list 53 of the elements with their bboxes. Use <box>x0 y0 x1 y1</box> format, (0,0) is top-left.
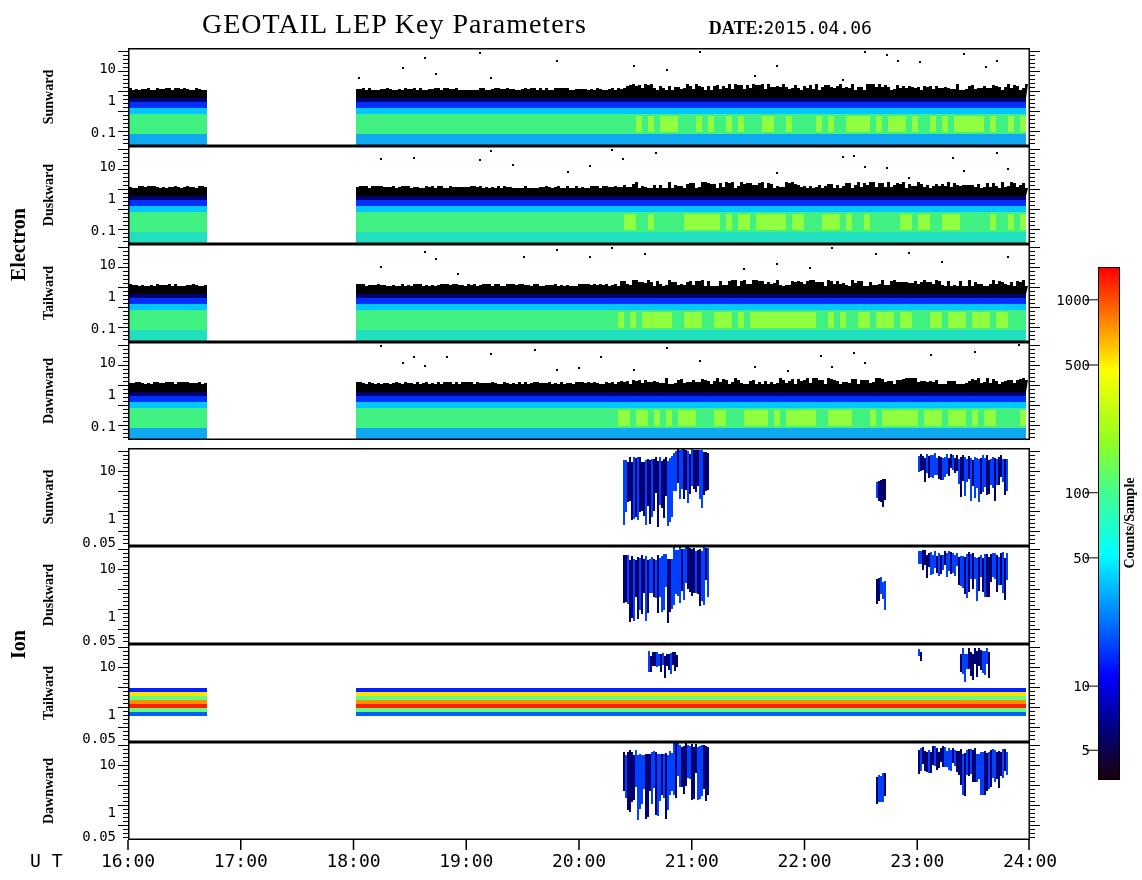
colorbar-tick-label: 5 <box>1081 743 1090 758</box>
tick-label: 0.1 <box>90 223 116 237</box>
time-tick-label: 24:00 <box>1002 850 1058 871</box>
tick-label: 0.05 <box>82 633 116 647</box>
colorbar-label: Counts/Sample <box>1122 477 1138 569</box>
tick-label: 0.1 <box>90 125 116 139</box>
tick-label: 1 <box>107 191 116 205</box>
panel-label: Tailward <box>41 266 57 320</box>
tick-label: 1 <box>107 387 116 401</box>
tick-label: 10 <box>99 659 116 673</box>
tick-label: 1 <box>107 289 116 303</box>
panel-label: Dawnward <box>41 357 57 425</box>
time-tick-label: 20:00 <box>551 850 607 871</box>
tick-label: 0.05 <box>82 829 116 843</box>
colorbar-tick-label: 10 <box>1073 679 1090 694</box>
tick-label: 0.1 <box>90 419 116 433</box>
tick-label: 10 <box>99 355 116 369</box>
colorbar-tick-label: 500 <box>1064 357 1090 372</box>
time-tick-label: 21:00 <box>664 850 719 871</box>
tick-label: 10 <box>99 61 116 75</box>
axis-label: U T <box>30 850 63 871</box>
tick-label: 1 <box>107 609 116 623</box>
time-tick-label: 23:00 <box>890 850 945 871</box>
tick-label: 1 <box>107 707 116 721</box>
time-tick-label: 17:00 <box>213 850 268 871</box>
group-label: Electron <box>6 207 30 281</box>
time-tick-label: 22:00 <box>777 850 832 871</box>
panel-label: Sunward <box>41 469 57 525</box>
tick-label: 1 <box>107 93 116 107</box>
panel-label: Duskward <box>41 563 57 627</box>
tick-label: 10 <box>99 159 116 173</box>
tick-label: 1 <box>107 805 116 819</box>
colorbar-tick-label: 100 <box>1064 485 1090 500</box>
tick-label: 0.1 <box>90 321 116 335</box>
date-label: DATE:2015.04.06 <box>708 17 872 39</box>
tick-label: 0.05 <box>82 535 116 549</box>
panel-label: Duskward <box>41 163 57 227</box>
tick-label: 10 <box>99 757 116 771</box>
time-tick-label: 18:00 <box>326 850 381 871</box>
time-tick-label: 19:00 <box>439 850 494 871</box>
tick-label: 0.05 <box>82 731 116 745</box>
tick-label: 1 <box>107 511 116 525</box>
time-tick-label: 16:00 <box>100 850 156 871</box>
colorbar-tick-label: 50 <box>1073 550 1090 565</box>
tick-label: 10 <box>99 257 116 271</box>
chart-title: GEOTAIL LEP Key Parameters <box>202 8 587 40</box>
panel-label: Dawnward <box>41 757 57 825</box>
tick-label: 10 <box>99 463 116 477</box>
panel-label: Tailward <box>41 666 57 720</box>
group-label: Ion <box>6 629 30 659</box>
panel-label: Sunward <box>41 69 57 125</box>
tick-label: 10 <box>99 561 116 575</box>
colorbar-tick-label: 1000 <box>1056 292 1090 307</box>
